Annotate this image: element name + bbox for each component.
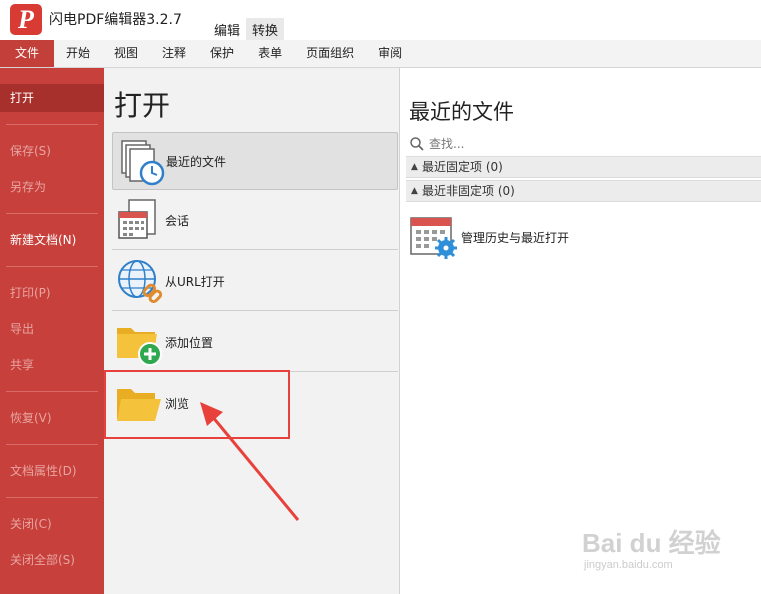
open-option-add-location[interactable]: 添加位置: [112, 314, 398, 372]
option-divider: [112, 249, 398, 250]
recent-files-heading: 最近的文件: [409, 100, 514, 124]
group-pinned-recent[interactable]: ▲ 最近固定项 (0): [406, 156, 761, 178]
group-label: 最近非固定项: [422, 184, 495, 198]
folder-add-icon: [117, 328, 162, 366]
group-label: 最近固定项: [422, 160, 483, 174]
nav-divider: [6, 266, 98, 267]
nav-divider: [6, 213, 98, 214]
nav-divider: [6, 444, 98, 445]
collapse-triangle-icon: ▲: [411, 162, 418, 172]
group-unpinned-recent[interactable]: ▲ 最近非固定项 (0): [406, 180, 761, 202]
nav-print[interactable]: 打印(P): [0, 279, 104, 307]
search-icon: [410, 137, 424, 151]
title-tab-edit[interactable]: 编辑: [208, 18, 246, 40]
nav-divider: [6, 124, 98, 125]
watermark-url: jingyan.baidu.com: [584, 559, 673, 571]
open-option-label: 最近的文件: [166, 155, 227, 169]
title-bar: P 闪电PDF编辑器3.2.7 编辑 转换: [0, 0, 761, 40]
file-backstage-nav: 打开 保存(S) 另存为 新建文档(N) 打印(P) 导出 共享 恢复(V) 文…: [0, 68, 104, 594]
open-option-label: 会话: [165, 214, 190, 228]
recent-files-clock-icon: [121, 140, 165, 186]
menu-view[interactable]: 视图: [102, 40, 150, 67]
nav-close[interactable]: 关闭(C): [0, 510, 104, 538]
open-option-label: 从URL打开: [165, 275, 225, 289]
menu-start[interactable]: 开始: [54, 40, 102, 67]
option-divider: [112, 310, 398, 311]
nav-divider: [6, 497, 98, 498]
nav-save[interactable]: 保存(S): [0, 137, 104, 165]
open-option-label: 添加位置: [165, 336, 214, 350]
open-option-session[interactable]: 会话: [112, 192, 398, 250]
globe-link-icon: [118, 260, 163, 304]
group-count: (0): [497, 184, 515, 198]
nav-recover[interactable]: 恢复(V): [0, 404, 104, 432]
title-tabs: 编辑 转换: [208, 18, 285, 40]
menu-file[interactable]: 文件: [0, 40, 54, 67]
app-title: 闪电PDF编辑器3.2.7: [49, 12, 182, 28]
group-count: (0): [485, 160, 503, 174]
manage-history-label: 管理历史与最近打开: [461, 231, 570, 245]
nav-export[interactable]: 导出: [0, 315, 104, 343]
manage-history-button[interactable]: 管理历史与最近打开: [409, 212, 669, 262]
menu-annotate[interactable]: 注释: [150, 40, 198, 67]
collapse-triangle-icon: ▲: [411, 186, 418, 196]
annotation-arrow-icon: [200, 402, 300, 521]
menu-review[interactable]: 审阅: [366, 40, 414, 67]
watermark-text: Bai du 经验: [582, 528, 721, 558]
nav-close-all[interactable]: 关闭全部(S): [0, 546, 104, 574]
open-option-recent-files[interactable]: 最近的文件: [112, 132, 398, 190]
menu-page-organize[interactable]: 页面组织: [294, 40, 366, 67]
nav-share[interactable]: 共享: [0, 351, 104, 379]
nav-save-as[interactable]: 另存为: [0, 173, 104, 201]
nav-document-properties[interactable]: 文档属性(D): [0, 457, 104, 485]
session-calendar-icon: [118, 199, 156, 239]
title-tab-convert[interactable]: 转换: [246, 18, 285, 40]
ribbon-menu: 文件 开始 视图 注释 保护 表单 页面组织 审阅: [0, 40, 761, 68]
app-logo-icon: P: [10, 4, 42, 35]
baidu-watermark: Bai du 经验 jingyan.baidu.com: [582, 515, 752, 585]
open-option-from-url[interactable]: 从URL打开: [112, 253, 398, 311]
open-panel-heading: 打开: [114, 89, 171, 122]
nav-open[interactable]: 打开: [0, 84, 104, 112]
search-input[interactable]: [429, 134, 749, 154]
nav-new-document[interactable]: 新建文档(N): [0, 226, 104, 254]
nav-divider: [6, 391, 98, 392]
calendar-settings-icon: [410, 217, 457, 259]
menu-forms[interactable]: 表单: [246, 40, 294, 67]
menu-protect[interactable]: 保护: [198, 40, 246, 67]
